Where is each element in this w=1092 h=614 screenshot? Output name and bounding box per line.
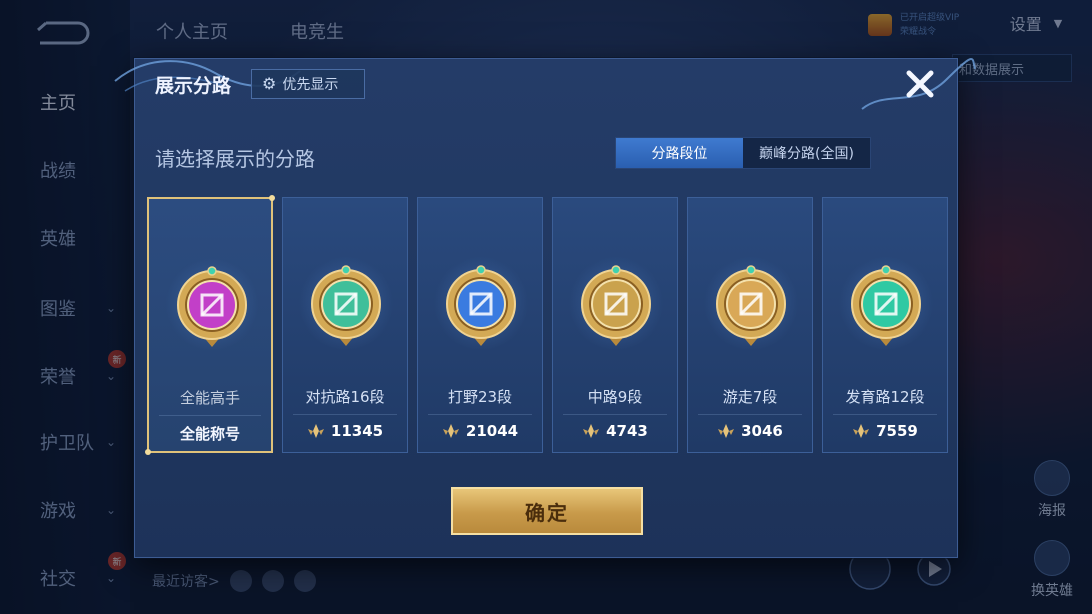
display-lane-dialog: 展示分路 ⚙ 优先显示 请选择展示的分路 分路段位 巅峰分路(全国) 全能高手全… bbox=[114, 58, 976, 558]
all-round-emblem-icon bbox=[177, 266, 247, 347]
lane-card-score-value: 4743 bbox=[606, 422, 648, 440]
lane-card-list: 全能高手 全能称号 对抗路16段 11345 打野23段 21044 中路9段 4743 游走7… bbox=[145, 195, 948, 455]
lane-card-score: 3046 bbox=[688, 422, 812, 440]
power-mark-icon bbox=[718, 424, 735, 438]
lane-card-name: 发育路12段 bbox=[845, 388, 925, 406]
lane-card[interactable]: 对抗路16段 11345 bbox=[282, 197, 408, 453]
card-divider bbox=[698, 414, 802, 415]
close-icon bbox=[906, 70, 934, 98]
lane-card[interactable]: 发育路12段 7559 bbox=[822, 197, 948, 453]
roam-emblem-icon bbox=[716, 265, 786, 346]
gear-icon: ⚙ bbox=[262, 74, 277, 93]
lane-card[interactable]: 打野23段 21044 bbox=[417, 197, 543, 453]
lane-card-name: 中路9段 bbox=[587, 388, 643, 406]
lane-card[interactable]: 游走7段 3046 bbox=[687, 197, 813, 453]
lane-card-score-value: 11345 bbox=[330, 422, 384, 440]
priority-label: 优先显示 bbox=[282, 77, 339, 93]
lane-card-score: 11345 bbox=[283, 422, 407, 440]
card-divider bbox=[833, 414, 937, 415]
priority-display-button[interactable]: ⚙ 优先显示 bbox=[251, 69, 365, 99]
dialog-prompt: 请选择展示的分路 bbox=[155, 147, 315, 171]
lane-type-switch: 分路段位 巅峰分路(全国) bbox=[615, 137, 871, 169]
card-divider bbox=[563, 414, 667, 415]
segment-lane-rank[interactable]: 分路段位 bbox=[616, 138, 743, 168]
card-divider bbox=[159, 415, 261, 416]
power-mark-icon bbox=[853, 424, 870, 438]
card-divider bbox=[428, 414, 532, 415]
lane-card[interactable]: 中路9段 4743 bbox=[552, 197, 678, 453]
dialog-title: 展示分路 bbox=[155, 75, 232, 97]
clash-lane-emblem-icon bbox=[311, 265, 381, 346]
lane-card-score-value: 7559 bbox=[876, 422, 918, 440]
selection-corner-dot bbox=[145, 449, 151, 455]
power-mark-icon bbox=[583, 424, 600, 438]
segment-peak-lane[interactable]: 巅峰分路(全国) bbox=[743, 138, 870, 168]
lane-card-score: 21044 bbox=[418, 422, 542, 440]
mid-lane-emblem-icon bbox=[581, 265, 651, 346]
lane-card-name: 游走7段 bbox=[722, 388, 778, 406]
lane-card-score: 4743 bbox=[553, 422, 677, 440]
lane-card-name: 打野23段 bbox=[447, 388, 513, 406]
lane-card-score-value: 3046 bbox=[741, 422, 783, 440]
selection-corner-dot bbox=[269, 195, 275, 201]
power-mark-icon bbox=[442, 424, 459, 438]
power-mark-icon bbox=[307, 424, 324, 438]
lane-card-title-tag: 全能称号 bbox=[179, 425, 240, 443]
close-button[interactable] bbox=[901, 65, 939, 103]
lane-card-score: 7559 bbox=[823, 422, 947, 440]
lane-card-score-value: 21044 bbox=[465, 422, 519, 440]
farm-lane-emblem-icon bbox=[851, 265, 921, 346]
lane-card-name: 全能高手 bbox=[179, 389, 240, 407]
card-divider bbox=[293, 414, 397, 415]
jungle-emblem-icon bbox=[446, 265, 516, 346]
lane-card-name: 对抗路16段 bbox=[305, 388, 385, 406]
confirm-button[interactable]: 确定 bbox=[451, 487, 643, 535]
lane-card[interactable]: 全能高手 全能称号 bbox=[145, 195, 275, 455]
dialog-header: 展示分路 ⚙ 优先显示 bbox=[135, 59, 957, 105]
